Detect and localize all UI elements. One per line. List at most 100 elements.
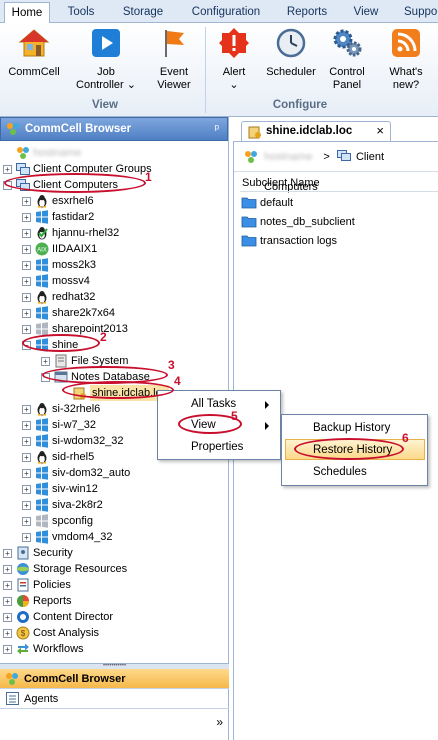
pin-icon[interactable]: ᵖ	[215, 118, 219, 140]
tab-reports[interactable]: Reports	[278, 2, 336, 23]
tree-item-client[interactable]: esxrhel6	[52, 193, 94, 209]
bottom-tab-commcell-browser[interactable]: CommCell Browser	[0, 669, 229, 689]
subclient-row[interactable]: notes_db_subclient	[240, 213, 355, 231]
subclient-row[interactable]: default	[240, 194, 293, 212]
tree-item-client[interactable]: hjannu-rhel32	[52, 225, 119, 241]
tab-configuration[interactable]: Configuration	[180, 2, 272, 23]
bottom-tab-agents[interactable]: Agents	[0, 689, 229, 709]
tree-expander-icon[interactable]: +	[22, 229, 31, 238]
tree-expander-icon[interactable]: +	[22, 325, 31, 334]
scheduler-button[interactable]: Scheduler	[262, 27, 320, 79]
tree-item-file-system[interactable]: File System	[71, 353, 128, 369]
menu-item-schedules[interactable]: Schedules	[313, 462, 367, 482]
tree-item-client[interactable]: redhat32	[52, 289, 95, 305]
tree-expander-icon[interactable]: +	[22, 197, 31, 206]
tree-expander-icon[interactable]: +	[3, 549, 12, 558]
alert-button[interactable]: Alert ⌄	[208, 27, 260, 92]
tab-storage[interactable]: Storage	[112, 2, 174, 23]
tree-item-client[interactable]: vmdom4_32	[52, 529, 113, 545]
tree-item-client[interactable]: siv-win12	[52, 481, 98, 497]
tree-expander-icon[interactable]: +	[22, 213, 31, 222]
close-icon[interactable]: ×	[376, 122, 384, 140]
tree-item-client[interactable]: sharepoint2013	[52, 321, 128, 337]
tree-item-content-director[interactable]: Content Director	[33, 609, 113, 625]
event-viewer-button[interactable]: Event Viewer	[146, 27, 202, 92]
policies-icon	[16, 578, 30, 592]
tree-expander-icon[interactable]: +	[22, 261, 31, 270]
tree-item-client[interactable]: mossv4	[52, 273, 90, 289]
whats-new-button[interactable]: What's new?	[380, 27, 432, 92]
tree-expander-icon[interactable]: +	[22, 277, 31, 286]
tree-expander-icon[interactable]: +	[22, 453, 31, 462]
tab-view[interactable]: View	[342, 2, 390, 23]
tree-expander-icon[interactable]: +	[22, 517, 31, 526]
annotation-number-4: 4	[174, 374, 181, 388]
tree-expander-icon[interactable]: −	[3, 181, 12, 190]
tree-item-client[interactable]: moss2k3	[52, 257, 96, 273]
document-tab[interactable]: shine.idclab.loc ×	[241, 121, 391, 141]
tree-item-client[interactable]: sid-rhel5	[52, 449, 94, 465]
tree-expander-icon[interactable]: −	[22, 341, 31, 350]
tree-item-client[interactable]: spconfig	[52, 513, 93, 529]
tree-expander-icon[interactable]: +	[3, 645, 12, 654]
subclient-row[interactable]: transaction logs	[240, 232, 337, 250]
tab-home[interactable]: Home	[4, 2, 50, 23]
tree-expander-icon[interactable]: +	[3, 597, 12, 606]
tree-item-client[interactable]: si-32rhel6	[52, 401, 100, 417]
tree-expander-icon[interactable]: +	[22, 437, 31, 446]
gears-icon	[333, 29, 362, 57]
tree-item-client[interactable]: share2k7x64	[52, 305, 115, 321]
tree-item-client-computer-groups[interactable]: Client Computer Groups	[33, 161, 152, 177]
tree-item-client[interactable]: siv-dom32_auto	[52, 465, 130, 481]
column-header-subclient-name[interactable]: Subclient Name	[240, 174, 438, 192]
tree-item-client[interactable]: fastidar2	[52, 209, 94, 225]
tree-expander-icon[interactable]: +	[41, 357, 50, 366]
tree-item-client-computers[interactable]: Client Computers	[33, 177, 118, 193]
tree-item-workflows[interactable]: Workflows	[33, 641, 84, 654]
tree-item-policies[interactable]: Policies	[33, 577, 71, 593]
tree-root[interactable]: hostname	[33, 145, 81, 161]
menu-item-restore-history[interactable]: Restore History	[313, 440, 392, 460]
job-controller-button[interactable]: Job Controller ⌄	[70, 27, 142, 92]
tree-item-client[interactable]: shine	[52, 337, 78, 353]
tree-expander-icon[interactable]: +	[22, 485, 31, 494]
tree-expander-icon[interactable]: +	[22, 405, 31, 414]
tree-item-security[interactable]: Security	[33, 545, 73, 561]
menu-item-backup-history[interactable]: Backup History	[313, 418, 390, 438]
tree-expander-icon[interactable]: +	[22, 469, 31, 478]
tree-item-reports[interactable]: Reports	[33, 593, 72, 609]
tree-item-client[interactable]: IIDAAIX1	[52, 241, 97, 257]
tree-item-storage-resources[interactable]: Storage Resources	[33, 561, 127, 577]
commcell-button[interactable]: CommCell	[2, 27, 66, 79]
tree-expander-icon[interactable]: +	[22, 533, 31, 542]
clock-icon	[276, 28, 306, 58]
tree-expander-icon[interactable]: +	[3, 629, 12, 638]
menu-item-all-tasks[interactable]: All Tasks	[191, 394, 236, 414]
tree-expander-icon[interactable]: +	[3, 565, 12, 574]
breadcrumb-root[interactable]: hostname	[264, 151, 312, 163]
tab-support[interactable]: Suppo	[396, 2, 438, 23]
tree-expander-icon[interactable]: +	[22, 501, 31, 510]
overflow-chevron-icon[interactable]: »	[216, 715, 223, 729]
tree-expander-icon[interactable]: +	[22, 309, 31, 318]
control-panel-button[interactable]: Control Panel	[322, 27, 372, 92]
tree-item-notes-database[interactable]: Notes Database	[71, 369, 150, 385]
tree-expander-icon[interactable]: +	[22, 245, 31, 254]
tab-tools[interactable]: Tools	[56, 2, 106, 23]
tree-expander-icon[interactable]: +	[3, 613, 12, 622]
tree-item-client[interactable]: siva-2k8r2	[52, 497, 103, 513]
windows-icon	[35, 434, 49, 448]
group-label-view: View	[92, 99, 118, 111]
tree-item-client[interactable]: si-wdom32_32	[52, 433, 124, 449]
annotation-number-6: 6	[402, 431, 409, 445]
workflows-icon	[16, 642, 30, 654]
tree-expander-icon[interactable]: +	[22, 421, 31, 430]
tree-expander-icon[interactable]: −	[41, 373, 50, 382]
tree-expander-icon[interactable]: +	[3, 165, 12, 174]
tree-expander-icon[interactable]: +	[22, 293, 31, 302]
tree-expander-icon[interactable]: +	[3, 581, 12, 590]
menu-item-view[interactable]: View	[191, 415, 216, 435]
menu-item-properties[interactable]: Properties	[191, 437, 243, 457]
tree-item-client[interactable]: si-w7_32	[52, 417, 96, 433]
tree-item-cost-analysis[interactable]: Cost Analysis	[33, 625, 99, 641]
